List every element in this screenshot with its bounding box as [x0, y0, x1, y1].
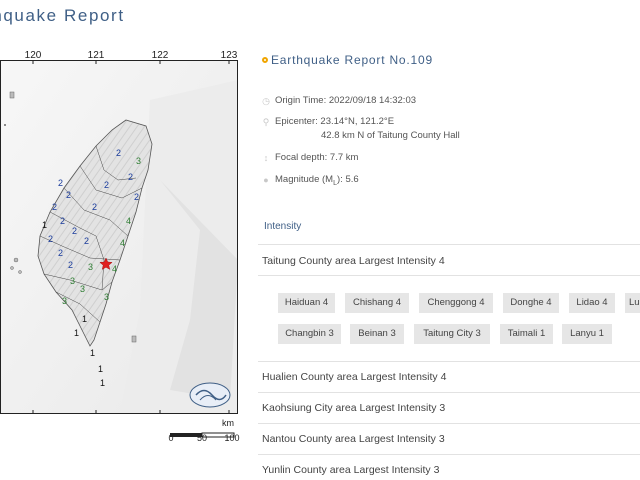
station-chip[interactable]: Changbin 3 [278, 324, 341, 344]
divider [258, 275, 640, 276]
area-row-kaohsiung[interactable]: Kaohsiung City area Largest Intensity 3 [262, 402, 445, 414]
relief-map: 22222222223333344411111223221 [0, 60, 238, 414]
divider [258, 423, 640, 424]
area-row-yunlin[interactable]: Yunlin County area Largest Intensity 3 [262, 464, 439, 476]
station-intensity-label: 3 [80, 284, 85, 294]
station-intensity-label: 1 [82, 314, 87, 324]
station-chip[interactable]: Donghe 4 [503, 293, 559, 313]
scale-unit-label: km [222, 418, 234, 428]
divider [258, 361, 640, 362]
station-intensity-label: 3 [62, 296, 67, 306]
station-intensity-label: 2 [134, 192, 139, 202]
station-chip[interactable]: Haiduan 4 [278, 293, 335, 313]
station-intensity-label: 4 [126, 216, 131, 226]
station-intensity-label: 3 [104, 292, 109, 302]
station-chip[interactable]: Chenggong 4 [419, 293, 493, 313]
station-chip[interactable]: Taitung City 3 [414, 324, 490, 344]
station-intensity-label: 2 [58, 248, 63, 258]
station-intensity-label: 3 [70, 276, 75, 286]
scale-tick-100: 100 [224, 433, 240, 443]
station-intensity-label: 2 [116, 148, 121, 158]
epicenter-detail: 42.8 km N of Taitung County Hall [321, 130, 460, 141]
intensity-map[interactable]: 22222222223333344411111223221 [0, 60, 238, 414]
station-intensity-label: 2 [60, 216, 65, 226]
divider [258, 454, 640, 455]
station-chip[interactable]: Lu [625, 293, 640, 313]
magnitude-icon: ● [263, 175, 269, 186]
magnitude-row: ● Magnitude (ML): 5.6 [262, 174, 359, 187]
station-intensity-label: 1 [98, 364, 103, 374]
magnitude: Magnitude (ML): 5.6 [275, 174, 359, 187]
divider [258, 244, 640, 245]
origin-time: Origin Time: 2022/09/18 14:32:03 [275, 95, 417, 106]
station-intensity-label: 1 [42, 220, 47, 230]
focal-depth: Focal depth: 7.7 km [275, 152, 359, 163]
station-chip[interactable]: Lidao 4 [569, 293, 615, 313]
location-pin-icon: ⚲ [262, 116, 270, 127]
station-intensity-label: 2 [72, 226, 77, 236]
area-row-taitung[interactable]: Taitung County area Largest Intensity 4 [262, 255, 445, 267]
station-intensity-label: 4 [112, 264, 117, 274]
station-intensity-label: 1 [100, 378, 105, 388]
report-title: Earthquake Report No.109 [262, 53, 433, 67]
divider [258, 392, 640, 393]
report-marker-icon [262, 57, 268, 63]
epicenter-row: ⚲ Epicenter: 23.14°N, 121.2°E [262, 116, 394, 127]
station-chip[interactable]: Chishang 4 [345, 293, 409, 313]
station-chip[interactable]: Beinan 3 [350, 324, 404, 344]
focal-depth-row: ↕ Focal depth: 7.7 km [262, 152, 359, 163]
station-intensity-label: 4 [120, 238, 125, 248]
page-title: thquake Report [0, 6, 125, 25]
report-title-text: Earthquake Report No.109 [271, 53, 433, 67]
station-intensity-label: 3 [88, 262, 93, 272]
scale-tick-50: 50 [196, 433, 208, 443]
origin-time-row: ◷ Origin Time: 2022/09/18 14:32:03 [262, 95, 416, 106]
station-chip[interactable]: Taimali 1 [500, 324, 553, 344]
station-intensity-label: 1 [74, 328, 79, 338]
scale-tick-0: 0 [168, 433, 174, 443]
station-intensity-label: 1 [90, 348, 95, 358]
station-intensity-label: 2 [104, 180, 109, 190]
area-row-hualien[interactable]: Hualien County area Largest Intensity 4 [262, 371, 446, 383]
station-chip[interactable]: Lanyu 1 [562, 324, 612, 344]
station-intensity-label: 2 [52, 202, 57, 212]
station-intensity-label: 2 [128, 172, 133, 182]
station-intensity-label: 2 [92, 202, 97, 212]
station-intensity-label: 3 [136, 156, 141, 166]
clock-icon: ◷ [262, 95, 270, 106]
area-row-nantou[interactable]: Nantou County area Largest Intensity 3 [262, 433, 445, 445]
cwb-logo-icon [189, 382, 231, 408]
intensity-section-label: Intensity [264, 221, 302, 232]
station-intensity-label: 2 [84, 236, 89, 246]
epicenter: Epicenter: 23.14°N, 121.2°E [275, 116, 395, 127]
station-intensity-label: 2 [68, 260, 73, 270]
station-intensity-label: 2 [66, 190, 71, 200]
depth-arrow-icon: ↕ [263, 152, 269, 163]
station-intensity-label: 2 [48, 234, 53, 244]
station-intensity-label: 2 [58, 178, 63, 188]
